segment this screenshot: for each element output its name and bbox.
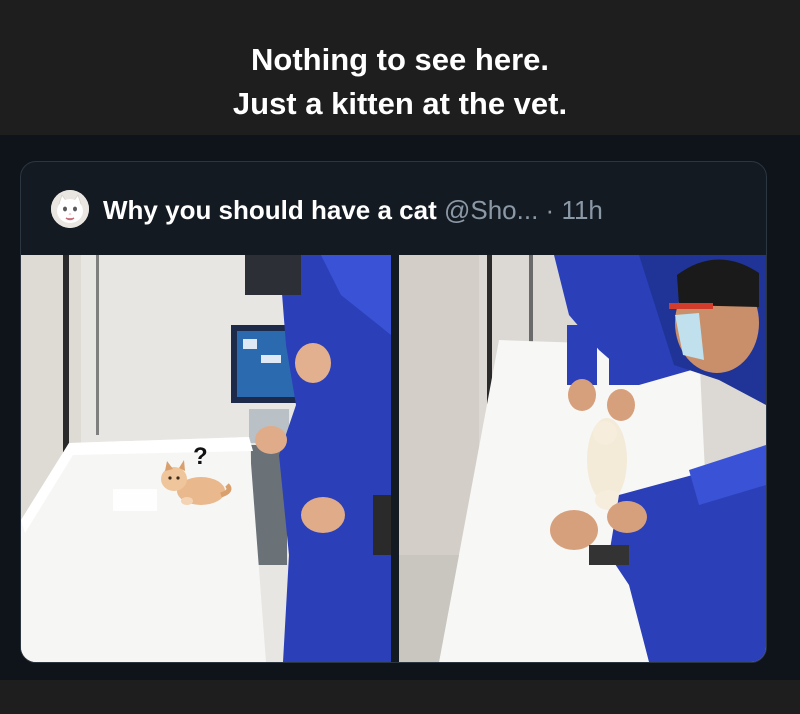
question-mark-overlay: ? (193, 443, 208, 470)
meta-separator: · (545, 195, 555, 225)
photo-right-vets-holding-kitten[interactable] (399, 255, 766, 662)
caption-line-1: Nothing to see here. (251, 42, 549, 77)
caption-line-2: Just a kitten at the vet. (232, 86, 568, 121)
cat-avatar-icon (51, 190, 89, 228)
post-screenshot: Why you should have a cat @Sho... · 11h (0, 135, 800, 680)
photo-right-illustration (399, 255, 766, 662)
meme-caption: Nothing to see here. Just a kitten at th… (0, 38, 800, 126)
photo-left-kitten-on-table[interactable]: ? (21, 255, 391, 662)
author-name[interactable]: Why you should have a cat (103, 195, 437, 225)
post-card[interactable]: Why you should have a cat @Sho... · 11h (20, 161, 767, 663)
meme-image: Nothing to see here. Just a kitten at th… (0, 0, 800, 714)
avatar[interactable] (51, 190, 89, 228)
author-handle[interactable]: @Sho... (444, 195, 538, 225)
post-header: Why you should have a cat @Sho... · 11h (21, 162, 766, 254)
post-timestamp[interactable]: 11h (561, 195, 602, 225)
post-author-line: Why you should have a cat @Sho... · 11h (103, 195, 603, 225)
